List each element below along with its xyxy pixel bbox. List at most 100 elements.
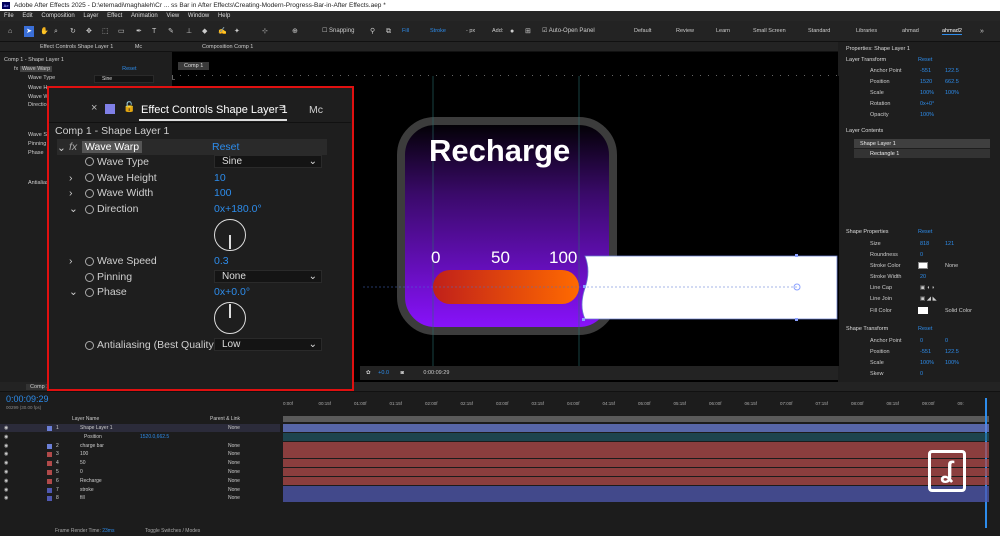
left-wave-type-dropdown[interactable]: Sine <box>94 75 154 83</box>
stroke-width-value[interactable]: - px <box>466 26 475 37</box>
rotation-value[interactable]: 0x+0° <box>920 101 934 107</box>
ec-menu-icon[interactable]: ≡ <box>279 102 285 114</box>
menu-animation[interactable]: Animation <box>131 13 158 19</box>
label-color-swatch[interactable] <box>47 452 52 458</box>
phase-angle-dial-icon[interactable] <box>214 302 246 334</box>
workspace-small-screen[interactable]: Small Screen <box>753 28 786 34</box>
eye-icon[interactable]: ◉ <box>4 486 8 494</box>
size-w[interactable]: 818 <box>920 241 929 247</box>
snapping-checkbox[interactable]: ☐ Snapping <box>322 26 354 37</box>
puppet-tool-icon[interactable]: ✦ <box>234 26 240 37</box>
eye-icon[interactable]: ◉ <box>4 494 8 502</box>
layer-parent[interactable]: None <box>228 459 240 467</box>
world-axis-icon[interactable]: ⊕ <box>292 26 298 37</box>
stopwatch-icon[interactable] <box>85 189 94 198</box>
timeline-layer-row[interactable]: ◉ Position 1520.0,662.5 <box>0 433 280 441</box>
menu-composition[interactable]: Composition <box>41 13 74 19</box>
anchor-y[interactable]: 122.5 <box>945 68 959 74</box>
fill-label[interactable]: Fill <box>402 26 409 37</box>
snapshot-icon[interactable]: ✿ <box>366 370 371 376</box>
layer-transform-reset[interactable]: Reset <box>918 57 932 63</box>
layer-parent[interactable]: None <box>228 424 240 432</box>
menu-edit[interactable]: Edit <box>22 13 32 19</box>
workspace-review[interactable]: Review <box>676 28 694 34</box>
size-h[interactable]: 121 <box>945 241 954 247</box>
label-color-swatch[interactable] <box>47 487 52 493</box>
camera-icon[interactable]: ◙ <box>401 370 404 376</box>
layer-parent[interactable]: None <box>228 468 240 476</box>
workspace-ahmad2[interactable]: ahmad2 <box>942 28 962 35</box>
layer-name[interactable]: stroke <box>80 486 94 494</box>
ec-pinning-dropdown[interactable]: None ⌄ <box>214 270 322 283</box>
layer-parent[interactable]: None <box>228 477 240 485</box>
menu-view[interactable]: View <box>166 13 179 19</box>
layer-parent[interactable]: None <box>228 486 240 494</box>
layer-parent[interactable]: None <box>228 450 240 458</box>
bounding-handle-4[interactable] <box>583 285 586 288</box>
rotate-tool-icon[interactable]: ↻ <box>70 26 76 37</box>
layer-parent[interactable]: None <box>228 494 240 502</box>
bounding-handle-2[interactable] <box>795 318 798 321</box>
eye-icon[interactable]: ◉ <box>4 477 8 485</box>
eraser-tool-icon[interactable]: ◆ <box>202 26 207 37</box>
layer-duration-bar[interactable] <box>283 424 989 432</box>
menu-layer[interactable]: Layer <box>83 13 98 19</box>
st-scale-x[interactable]: 100% <box>920 360 934 366</box>
roundness-value[interactable]: 0 <box>920 252 923 258</box>
layer-parent[interactable]: 1520.0,662.5 <box>140 433 169 441</box>
st-position-x[interactable]: -551 <box>920 349 931 355</box>
eye-icon[interactable]: ◉ <box>4 433 8 441</box>
toggle-switches[interactable]: Toggle Switches / Modes <box>145 528 200 534</box>
direction-angle-dial-icon[interactable] <box>214 219 246 251</box>
timeline-ruler[interactable]: 0:00f 00:15f 01:00f 01:15f 02:00f 02:15f 03:00… <box>283 400 989 412</box>
lock-icon[interactable]: 🔓 <box>123 102 135 113</box>
st-anchor-y[interactable]: 0 <box>945 338 948 344</box>
layer-parent[interactable]: None <box>228 442 240 450</box>
workspace-libraries[interactable]: Libraries <box>856 28 877 34</box>
menu-effect[interactable]: Effect <box>107 13 122 19</box>
left-effect-controls-tab[interactable]: Effect Controls Shape Layer 1 <box>40 44 113 50</box>
hand-tool-icon[interactable]: ✋ <box>40 26 49 37</box>
brush-tool-icon[interactable]: ✎ <box>168 26 174 37</box>
timeline-layer-row[interactable]: ◉ 2 charge bar None <box>0 442 280 450</box>
stopwatch-icon[interactable] <box>85 205 94 214</box>
ec-direction-value[interactable]: 0x+180.0° <box>214 203 262 215</box>
left-reset[interactable]: Reset <box>122 66 136 72</box>
shape-properties-reset[interactable]: Reset <box>918 229 932 235</box>
scale-y[interactable]: 100% <box>945 90 959 96</box>
pen-tool-icon[interactable]: ✒ <box>136 26 142 37</box>
stopwatch-icon[interactable] <box>85 157 94 166</box>
anchor-x[interactable]: -551 <box>920 68 931 74</box>
workspace-ahmad[interactable]: ahmad <box>902 28 919 34</box>
layer-duration-bar[interactable] <box>283 432 989 441</box>
st-anchor-x[interactable]: 0 <box>920 338 923 344</box>
timeline-layer-row[interactable]: ◉ 3 100 None <box>0 450 280 458</box>
scale-x[interactable]: 100% <box>920 90 934 96</box>
st-position-y[interactable]: 122.5 <box>945 349 959 355</box>
line-join-icons[interactable]: ▣ ◢ ◣ <box>920 296 937 302</box>
fill-color-dropdown[interactable]: Solid Color <box>945 308 972 314</box>
layer-duration-bar[interactable] <box>283 468 989 476</box>
ec-wave-width-expand-icon[interactable]: › <box>69 187 73 199</box>
close-icon[interactable]: × <box>91 102 97 114</box>
menu-file[interactable]: File <box>4 13 14 19</box>
timeline-layer-row[interactable]: ◉ 4 50 None <box>0 459 280 467</box>
composition-tab[interactable]: Composition Comp 1 <box>202 44 253 50</box>
selection-tool-icon[interactable]: ➤ <box>24 26 34 37</box>
eye-icon[interactable]: ◉ <box>4 459 8 467</box>
label-color-swatch[interactable] <box>47 470 52 475</box>
text-tool-icon[interactable]: T <box>152 26 156 37</box>
layer-name[interactable]: Position <box>84 433 102 441</box>
ec-phase-expand-icon[interactable]: ⌄ <box>69 286 78 298</box>
ec-wave-width-value[interactable]: 100 <box>214 187 232 199</box>
home-icon[interactable]: ⌂ <box>8 26 12 37</box>
stroke-label[interactable]: Stroke <box>430 26 446 37</box>
stopwatch-icon[interactable] <box>85 257 94 266</box>
eye-icon[interactable]: ◉ <box>4 468 8 476</box>
layer-duration-bar[interactable] <box>283 450 989 459</box>
left-mc-tab[interactable]: Mc <box>135 44 142 50</box>
eye-icon[interactable]: ◉ <box>4 442 8 450</box>
layer-name[interactable]: charge bar <box>80 442 104 450</box>
timeline-layer-row[interactable]: ◉ 1 Shape Layer 1 None <box>0 424 280 432</box>
workspace-learn[interactable]: Learn <box>716 28 730 34</box>
